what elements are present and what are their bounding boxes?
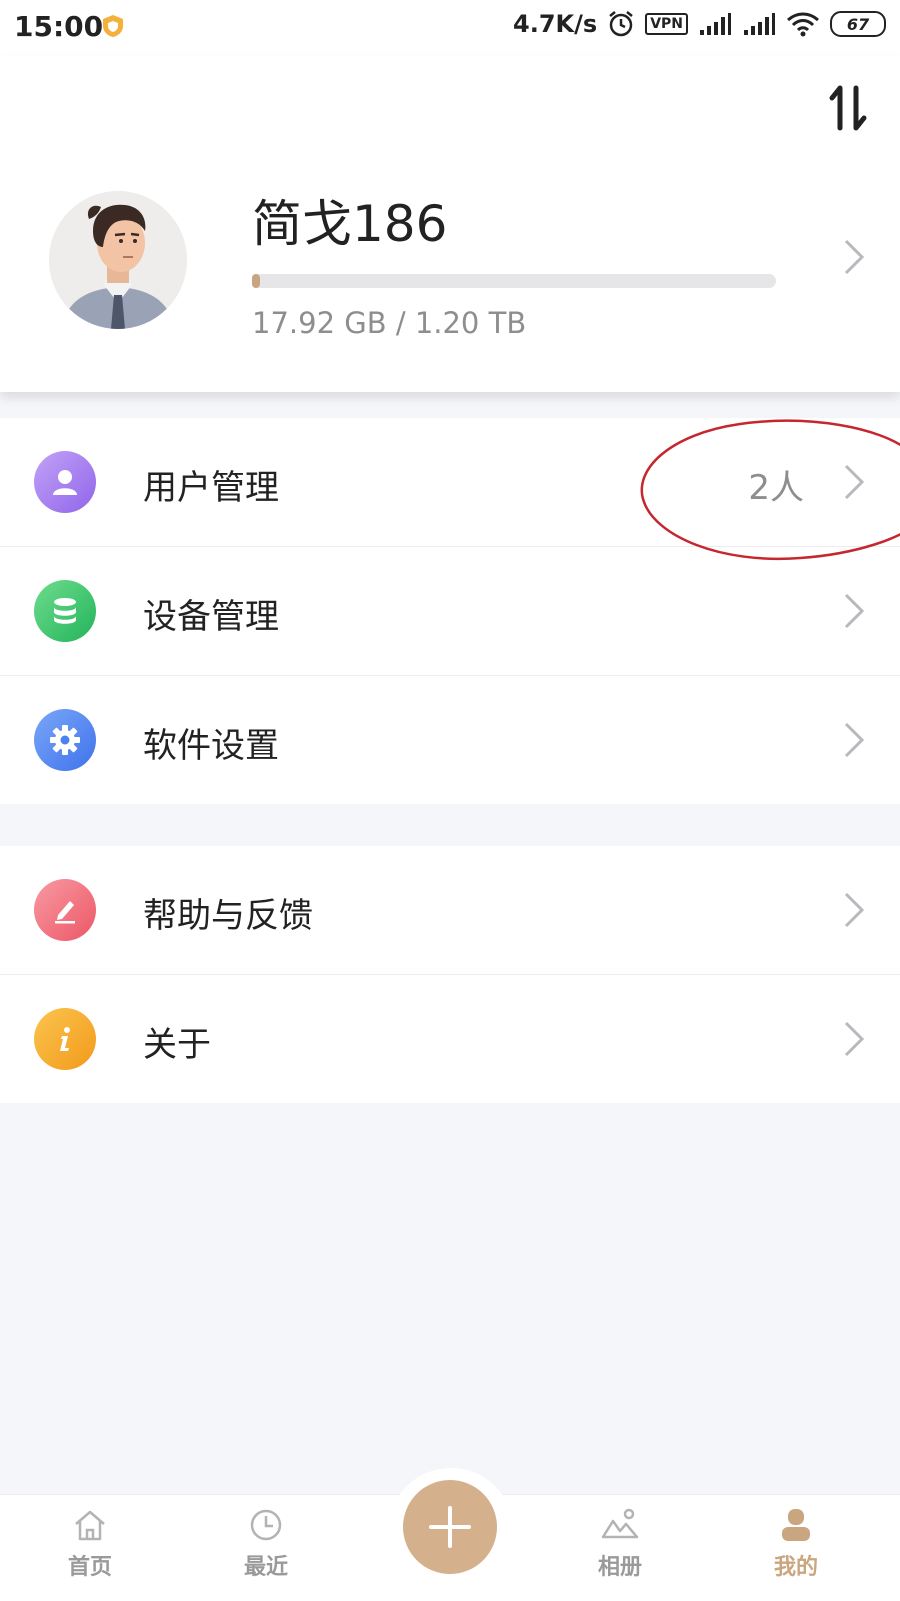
chevron-right-icon	[843, 721, 865, 759]
menu-item-about[interactable]: 关于	[0, 975, 900, 1103]
clock-icon	[250, 1509, 282, 1541]
transfer-sort-icon[interactable]	[826, 82, 870, 134]
nav-item-mine[interactable]: 我的	[736, 1507, 856, 1581]
battery-icon: 67	[830, 11, 886, 37]
edit-icon	[34, 879, 96, 941]
nav-item-recent[interactable]: 最近	[206, 1507, 326, 1581]
menu-label: 软件设置	[143, 726, 279, 766]
profile-icon	[782, 1509, 810, 1541]
nav-label: 我的	[773, 1555, 818, 1580]
nav-item-home[interactable]: 首页	[30, 1507, 150, 1581]
menu-label: 帮助与反馈	[143, 896, 313, 936]
nav-label: 相册	[597, 1555, 642, 1580]
nav-item-album[interactable]: 相册	[560, 1507, 680, 1581]
status-time: 15:00	[14, 10, 104, 43]
add-button[interactable]	[403, 1480, 497, 1574]
menu-label: 关于	[143, 1025, 211, 1065]
signal-icon	[700, 13, 731, 35]
user-name: 简戈186	[252, 195, 448, 253]
user-icon	[34, 451, 96, 513]
menu-group-support: 帮助与反馈 关于	[0, 846, 900, 1103]
menu-label: 设备管理	[143, 597, 279, 637]
nav-label: 最近	[243, 1555, 288, 1580]
storage-progress-bar	[252, 274, 776, 288]
storage-progress-fill	[252, 274, 260, 288]
user-count: 2人	[748, 468, 804, 508]
wifi-icon	[787, 12, 819, 37]
avatar[interactable]	[49, 191, 187, 329]
chevron-right-icon	[843, 891, 865, 929]
alarm-icon	[609, 11, 633, 37]
nav-label: 首页	[67, 1555, 112, 1580]
menu-item-user-management[interactable]: 用户管理 2人	[0, 418, 900, 547]
menu-label: 用户管理	[143, 468, 279, 508]
album-icon	[601, 1508, 639, 1539]
signal-icon	[744, 13, 775, 35]
profile-card[interactable]: 简戈186 17.92 GB / 1.20 TB	[0, 56, 900, 392]
menu-item-software-settings[interactable]: 软件设置	[0, 676, 900, 804]
menu-item-help-feedback[interactable]: 帮助与反馈	[0, 846, 900, 975]
menu-item-device-management[interactable]: 设备管理	[0, 547, 900, 676]
status-bar: 15:00 4.7K/s VPN 67	[0, 0, 900, 56]
chevron-right-icon	[843, 1020, 865, 1058]
network-speed: 4.7K/s	[513, 10, 598, 38]
storage-usage-text: 17.92 GB / 1.20 TB	[252, 306, 527, 340]
chevron-right-icon[interactable]	[843, 238, 865, 276]
vpn-badge: VPN	[645, 13, 688, 35]
home-icon	[75, 1510, 105, 1541]
info-icon	[34, 1008, 96, 1070]
database-icon	[34, 580, 96, 642]
shield-icon	[103, 15, 123, 37]
chevron-right-icon	[843, 592, 865, 630]
chevron-right-icon	[843, 463, 865, 501]
menu-group-main: 用户管理 2人 设备管理 软件设置	[0, 418, 900, 804]
gear-icon	[34, 709, 96, 771]
plus-icon	[429, 1506, 471, 1548]
